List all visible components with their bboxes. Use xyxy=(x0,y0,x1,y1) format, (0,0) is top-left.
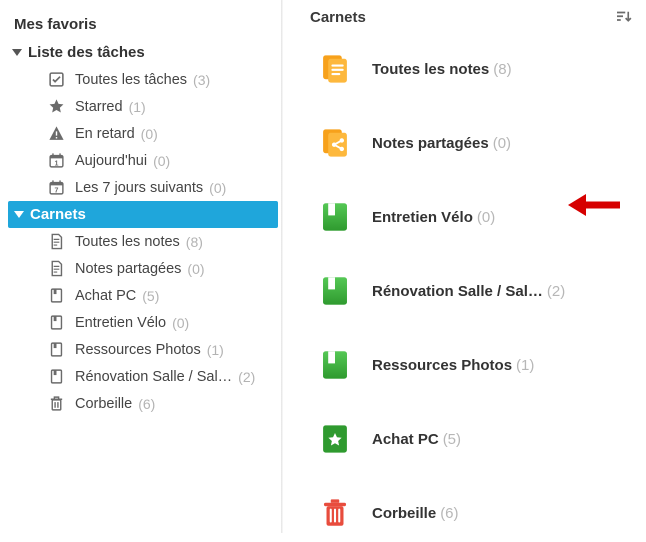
calendar-7-icon xyxy=(48,179,65,196)
sidebar-task-today[interactable]: Aujourd'hui (0) xyxy=(8,147,278,174)
favorites-heading: Mes favoris xyxy=(8,10,278,39)
item-count: (0) xyxy=(141,126,158,142)
item-label: Les 7 jours suivants xyxy=(75,180,203,196)
sidebar-notebook-velo[interactable]: Entretien Vélo (0) xyxy=(8,309,278,336)
sidebar-notebook-reno[interactable]: Rénovation Salle / Sal… (2) xyxy=(8,363,278,390)
item-count: (0) xyxy=(209,180,226,196)
notebook-card-shared[interactable]: Notes partagées(0) xyxy=(302,114,636,172)
tasks-section-label: Liste des tâches xyxy=(28,44,145,61)
sort-button[interactable] xyxy=(614,8,632,26)
notebook-card-photos[interactable]: Ressources Photos(1) xyxy=(302,336,636,394)
item-count: (0) xyxy=(187,261,204,277)
card-count: (2) xyxy=(547,283,565,300)
card-count: (0) xyxy=(477,209,495,226)
card-label: Corbeille xyxy=(372,505,436,522)
item-count: (1) xyxy=(207,342,224,358)
item-count: (2) xyxy=(238,369,255,385)
item-count: (6) xyxy=(138,396,155,412)
trash-red-icon xyxy=(318,496,352,530)
notebook-green-icon xyxy=(318,274,352,308)
item-label: Entretien Vélo xyxy=(75,315,166,331)
card-label: Ressources Photos xyxy=(372,357,512,374)
notebook-card-reno[interactable]: Rénovation Salle / Sal…(2) xyxy=(302,262,636,320)
item-count: (5) xyxy=(142,288,159,304)
item-label: Achat PC xyxy=(75,288,136,304)
sidebar: Mes favoris Liste des tâches Toutes les … xyxy=(0,0,292,533)
sidebar-task-all[interactable]: Toutes les tâches (3) xyxy=(8,66,278,93)
item-label: Rénovation Salle / Sal… xyxy=(75,369,232,385)
item-label: Notes partagées xyxy=(75,261,181,277)
calendar-1-icon xyxy=(48,152,65,169)
card-label: Entretien Vélo xyxy=(372,209,473,226)
sidebar-notebook-achat[interactable]: Achat PC (5) xyxy=(8,282,278,309)
card-label: Rénovation Salle / Sal… xyxy=(372,283,543,300)
item-count: (1) xyxy=(129,99,146,115)
card-count: (5) xyxy=(443,431,461,448)
notebook-icon xyxy=(48,368,65,385)
card-count: (1) xyxy=(516,357,534,374)
notebook-card-all[interactable]: Toutes les notes(8) xyxy=(302,40,636,98)
sidebar-notebook-all[interactable]: Toutes les notes (8) xyxy=(8,228,278,255)
notebook-card-trash[interactable]: Corbeille(6) xyxy=(302,484,636,542)
page-icon xyxy=(48,260,65,277)
sidebar-notebook-photos[interactable]: Ressources Photos (1) xyxy=(8,336,278,363)
notebooks-panel-title: Carnets xyxy=(310,9,366,26)
notebook-icon xyxy=(48,341,65,358)
card-label: Notes partagées xyxy=(372,135,489,152)
favorites-label: Mes favoris xyxy=(14,16,97,33)
sidebar-task-next7[interactable]: Les 7 jours suivants (0) xyxy=(8,174,278,201)
page-icon xyxy=(48,233,65,250)
notebook-green-icon xyxy=(318,348,352,382)
card-count: (0) xyxy=(493,135,511,152)
item-label: Starred xyxy=(75,99,123,115)
docs-stack-orange-icon xyxy=(318,52,352,86)
notebook-icon xyxy=(48,314,65,331)
notebook-green-icon xyxy=(318,200,352,234)
notebook-green-star-icon xyxy=(318,422,352,456)
card-label: Achat PC xyxy=(372,431,439,448)
item-label: Aujourd'hui xyxy=(75,153,147,169)
item-label: En retard xyxy=(75,126,135,142)
sidebar-task-overdue[interactable]: En retard (0) xyxy=(8,120,278,147)
card-label: Toutes les notes xyxy=(372,61,489,78)
sidebar-notebook-shared[interactable]: Notes partagées (0) xyxy=(8,255,278,282)
sidebar-notebook-trash[interactable]: Corbeille (6) xyxy=(8,390,278,417)
chevron-down-icon xyxy=(14,211,24,218)
notebooks-section-label: Carnets xyxy=(30,206,86,223)
tasks-section-toggle[interactable]: Liste des tâches xyxy=(8,39,278,66)
notebooks-panel: Carnets Toutes les notes(8) Notes partag… xyxy=(292,0,646,533)
star-icon xyxy=(48,98,65,115)
item-label: Toutes les tâches xyxy=(75,72,187,88)
notebook-card-achat[interactable]: Achat PC(5) xyxy=(302,410,636,468)
share-orange-icon xyxy=(318,126,352,160)
item-label: Toutes les notes xyxy=(75,234,180,250)
notebook-card-velo[interactable]: Entretien Vélo(0) xyxy=(302,188,636,246)
card-count: (8) xyxy=(493,61,511,78)
card-count: (6) xyxy=(440,505,458,522)
item-count: (8) xyxy=(186,234,203,250)
item-count: (0) xyxy=(153,153,170,169)
check-square-icon xyxy=(48,71,65,88)
notebooks-section-toggle[interactable]: Carnets xyxy=(8,201,278,228)
notebook-icon xyxy=(48,287,65,304)
item-count: (0) xyxy=(172,315,189,331)
chevron-down-icon xyxy=(12,49,22,56)
item-label: Ressources Photos xyxy=(75,342,201,358)
item-count: (3) xyxy=(193,72,210,88)
item-label: Corbeille xyxy=(75,396,132,412)
sidebar-task-starred[interactable]: Starred (1) xyxy=(8,93,278,120)
warning-icon xyxy=(48,125,65,142)
trash-icon xyxy=(48,395,65,412)
